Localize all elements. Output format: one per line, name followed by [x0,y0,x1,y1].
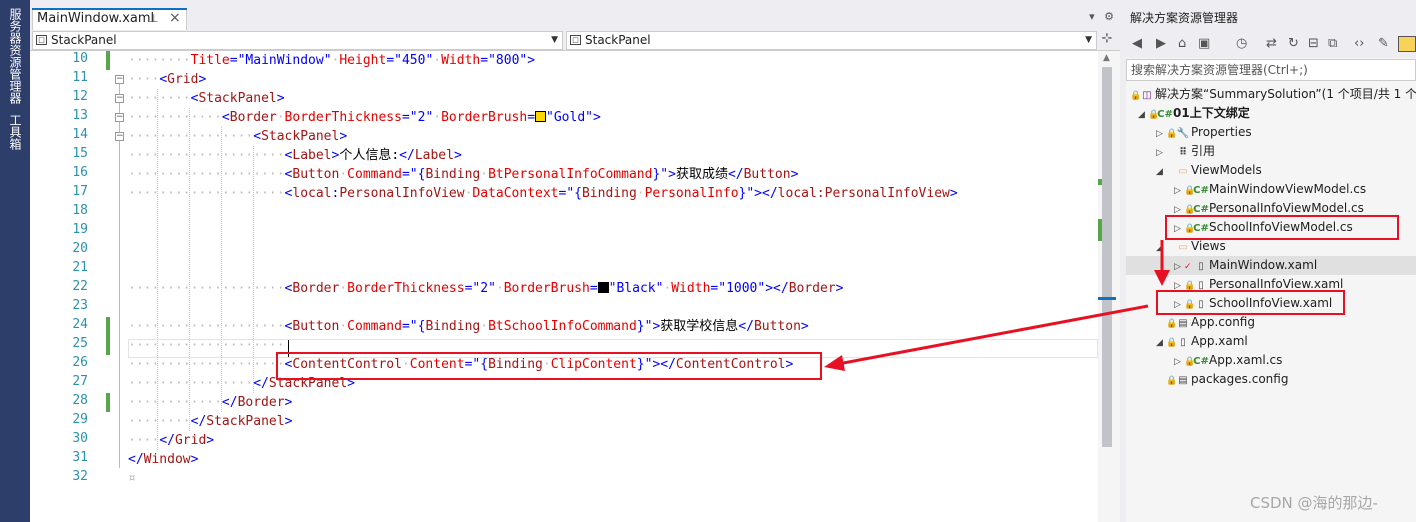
arrowhead-left-icon [824,355,845,371]
visual-studio-window: 服务器资源管理器 工具箱 MainWindow.xaml ⊥ × ▾ ⚙ □ S… [0,0,1416,522]
watermark: CSDN @海的那边- [1250,494,1378,512]
arrowhead-down-icon [1154,270,1170,286]
annotation-arrow-left [837,304,1149,366]
annotation-arrows [824,240,1170,371]
